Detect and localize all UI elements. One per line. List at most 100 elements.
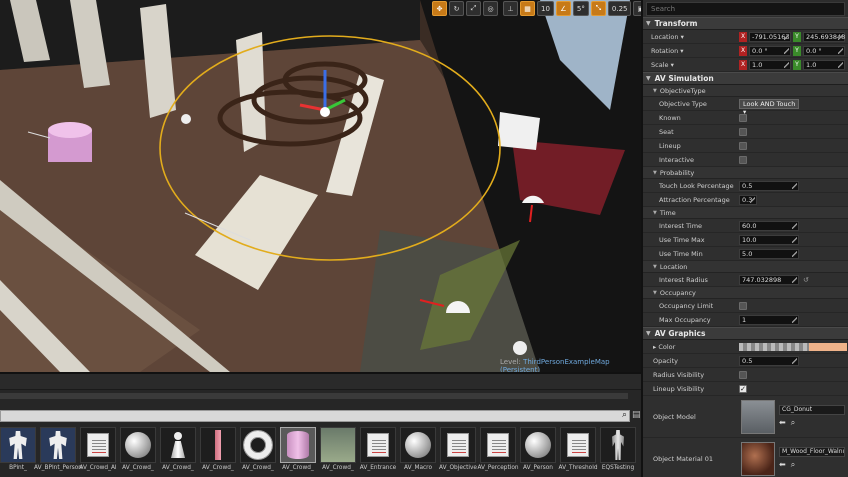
scale-label[interactable]: Scale ▾ (643, 61, 739, 69)
subcategory-occupancy[interactable]: ▼ Occupancy (643, 287, 848, 299)
browse-search-icon[interactable]: ⌕ (791, 460, 795, 470)
bar-mesh-icon (200, 427, 236, 463)
viewport-toolbar: ✥ ↻ ⤢ ◎ ⊥ ▦ 10 ∠ 5° ⤡ 0.25 ▣ 4 (432, 0, 641, 17)
attraction-field[interactable]: 0.3 (739, 194, 757, 205)
rotation-x-field[interactable]: 0.0 ° (749, 45, 791, 56)
category-av-simulation[interactable]: ▼ AV Simulation (643, 72, 848, 85)
cylinder-mesh-icon (280, 427, 316, 463)
radius-visibility-checkbox[interactable] (739, 370, 747, 379)
sphere-mesh-icon (520, 427, 556, 463)
color-swatch[interactable] (739, 342, 847, 351)
object-model-picker[interactable]: CG_Donut (779, 405, 845, 415)
asset-tile[interactable]: AV_Crowd_ (160, 427, 196, 477)
rotate-tool-icon[interactable]: ↻ (449, 1, 464, 16)
known-row: Known (643, 111, 848, 125)
asset-tile[interactable]: AV_Crowd_ (320, 427, 356, 477)
asset-tile[interactable]: AV_Perception (477, 427, 519, 477)
use-time-max-label: Use Time Max (659, 235, 705, 244)
occupancy-limit-checkbox[interactable] (739, 301, 747, 310)
category-transform[interactable]: ▼ Transform (643, 17, 848, 30)
object-model-thumbnail[interactable] (741, 399, 775, 434)
grid-snap-value[interactable]: 10 (537, 1, 554, 16)
reset-to-default-icon[interactable]: ↺ (803, 276, 809, 284)
subcategory-probability[interactable]: ▼ Probability (643, 167, 848, 179)
use-selected-arrow-icon[interactable]: ⬅ (779, 460, 786, 470)
details-panel: Search ▼ Transform Location ▾ X -791.05163… (641, 0, 848, 477)
level-viewport[interactable]: ✥ ↻ ⤢ ◎ ⊥ ▦ 10 ∠ 5° ⤡ 0.25 ▣ 4 Level: Th… (0, 0, 641, 372)
asset-tile[interactable]: AV_Crowd_AI (79, 427, 117, 477)
grid-snap-icon[interactable]: ▦ (520, 1, 535, 16)
asset-tile[interactable]: EQSTesting (600, 427, 636, 477)
collapse-arrow-icon: ▼ (653, 209, 657, 216)
asset-tile[interactable]: AV_Crowd_ (200, 427, 236, 477)
location-x-field[interactable]: -791.05163 (749, 31, 791, 42)
asset-tile[interactable]: AV_Crowd_ (120, 427, 156, 477)
asset-tile[interactable]: AV_Crowd_ (240, 427, 276, 477)
interest-radius-row: Interest Radius 747.032898 ↺ (643, 273, 848, 287)
max-occupancy-field[interactable]: 1 (739, 314, 799, 325)
content-browser-toolbar (0, 374, 641, 390)
content-browser-scrollbar[interactable] (0, 393, 628, 399)
move-tool-icon[interactable]: ✥ (432, 1, 447, 16)
asset-tile[interactable]: AV_BPInt_Person (34, 427, 82, 477)
browse-search-icon[interactable]: ⌕ (791, 418, 795, 428)
seat-checkbox[interactable] (739, 127, 747, 136)
interest-radius-field[interactable]: 747.032898 (739, 274, 799, 285)
known-label: Known (659, 113, 681, 122)
camera-speed-icon[interactable]: ▣ (633, 1, 641, 16)
x-axis-icon: X (739, 45, 747, 56)
location-label[interactable]: Location ▾ (643, 33, 739, 41)
lineup-checkbox[interactable] (739, 141, 747, 150)
asset-tile[interactable]: AV_Macro (400, 427, 436, 477)
subcategory-objective-type[interactable]: ▼ ObjectiveType (643, 85, 848, 97)
use-selected-arrow-icon[interactable]: ⬅ (779, 418, 786, 428)
scale-x-field[interactable]: 1.0 (749, 59, 791, 70)
known-checkbox[interactable] (739, 113, 747, 122)
surface-snap-icon[interactable]: ⊥ (503, 1, 518, 16)
use-time-max-row: Use Time Max 10.0 (643, 233, 848, 247)
scale-snap-icon[interactable]: ⤡ (590, 1, 606, 16)
scale-y-field[interactable]: 1.0 (803, 59, 845, 70)
rotation-label[interactable]: Rotation ▾ (643, 47, 739, 55)
y-axis-icon: Y (793, 45, 801, 56)
object-material-thumbnail[interactable] (741, 441, 775, 476)
scale-tool-icon[interactable]: ⤢ (466, 1, 481, 16)
interest-time-field[interactable]: 60.0 (739, 220, 799, 231)
asset-tile[interactable]: AV_Objective (439, 427, 477, 477)
objective-type-dropdown[interactable]: Look AND Touch ▾ (739, 98, 799, 116)
subcategory-location[interactable]: ▼ Location (643, 261, 848, 273)
world-space-icon[interactable]: ◎ (483, 1, 498, 16)
interactive-checkbox[interactable] (739, 155, 747, 164)
scale-snap-value[interactable]: 0.25 (607, 1, 632, 16)
use-time-min-label: Use Time Min (659, 249, 703, 258)
max-occupancy-row: Max Occupancy 1 (643, 313, 848, 327)
use-time-max-field[interactable]: 10.0 (739, 234, 799, 245)
rotation-snap-icon[interactable]: ∠ (555, 1, 571, 16)
content-browser-search-input[interactable]: ⌕ (0, 410, 630, 422)
view-options-icon[interactable]: ▤ (632, 410, 641, 420)
asset-tile-selected[interactable]: AV_Crowd_ (280, 427, 316, 477)
location-y-field[interactable]: 245.693848 (803, 31, 845, 42)
asset-tile[interactable]: AV_Entrance (360, 427, 396, 477)
opacity-field[interactable]: 0.5 (739, 355, 799, 366)
asset-tile[interactable]: AV_Threshold (558, 427, 598, 477)
y-axis-icon: Y (793, 31, 801, 42)
use-time-min-field[interactable]: 5.0 (739, 248, 799, 259)
category-av-graphics[interactable]: ▼ AV Graphics (643, 327, 848, 340)
object-material-picker[interactable]: M_Wood_Floor_Walnut_ (779, 447, 845, 457)
asset-tile[interactable]: AV_Person (520, 427, 556, 477)
lineup-visibility-checkbox[interactable] (739, 384, 747, 393)
object-model-row: Object Model CG_Donut ⬅ ⌕ (643, 396, 848, 438)
touch-look-field[interactable]: 0.5 (739, 180, 799, 191)
search-icon[interactable]: ⌕ (622, 410, 627, 420)
details-search-input[interactable]: Search (646, 2, 845, 16)
rotation-snap-value[interactable]: 5° (572, 1, 589, 16)
interactive-row: Interactive (643, 153, 848, 167)
category-title: Transform (654, 19, 698, 28)
scale-row: Scale ▾ X 1.0 Y 1.0 (643, 58, 848, 72)
occupancy-limit-row: Occupancy Limit (643, 299, 848, 313)
level-prefix: Level: (500, 358, 521, 366)
subcategory-time[interactable]: ▼ Time (643, 207, 848, 219)
rotation-y-field[interactable]: 0.0 ° (803, 45, 845, 56)
asset-tile[interactable]: BPint_ (0, 427, 36, 477)
